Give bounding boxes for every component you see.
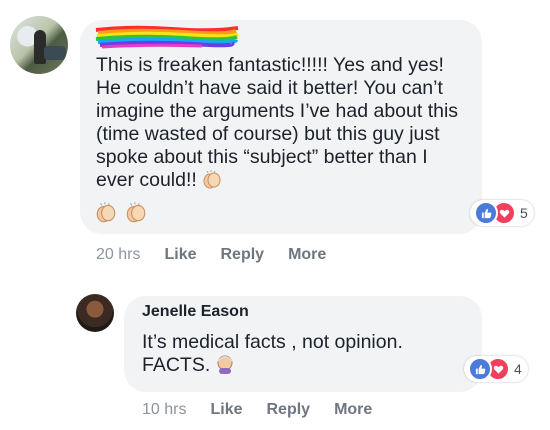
like-icon <box>474 201 498 225</box>
comment-text: This is freaken fantastic!!!!! Yes and y… <box>96 54 466 192</box>
redacted-name-scribble <box>95 25 240 49</box>
clapping-hands-emoji <box>203 170 221 189</box>
reply-author-name[interactable]: Jenelle Eason <box>142 303 249 321</box>
like-link[interactable]: Like <box>210 401 242 419</box>
comment-actions: 20 hrs Like Reply More <box>96 246 350 264</box>
more-link[interactable]: More <box>288 246 326 264</box>
reply-link[interactable]: Reply <box>220 246 264 264</box>
reply-body: It’s medical facts , not opinion. FACTS. <box>142 331 403 376</box>
like-icon <box>468 357 492 381</box>
avatar-car <box>44 46 66 60</box>
reply-timestamp[interactable]: 10 hrs <box>142 401 186 419</box>
reply-actions: 10 hrs Like Reply More <box>142 401 396 419</box>
reply-text: It’s medical facts , not opinion. FACTS. <box>142 331 462 377</box>
reaction-summary[interactable]: 5 <box>470 200 534 226</box>
reply-avatar[interactable] <box>76 294 114 332</box>
reply-link[interactable]: Reply <box>266 401 310 419</box>
woman-facepalming-emoji <box>217 355 233 374</box>
comment-timestamp[interactable]: 20 hrs <box>96 246 140 264</box>
like-link[interactable]: Like <box>164 246 196 264</box>
emoji-row <box>94 200 150 224</box>
more-link[interactable]: More <box>334 401 372 419</box>
comment-body: This is freaken fantastic!!!!! Yes and y… <box>96 54 464 191</box>
commenter-avatar[interactable] <box>10 16 68 74</box>
clapping-hands-emoji <box>127 202 146 223</box>
reaction-count: 4 <box>514 361 522 377</box>
reaction-count: 5 <box>520 205 528 221</box>
clapping-hands-emoji <box>96 202 116 223</box>
reaction-summary[interactable]: 4 <box>464 356 528 382</box>
